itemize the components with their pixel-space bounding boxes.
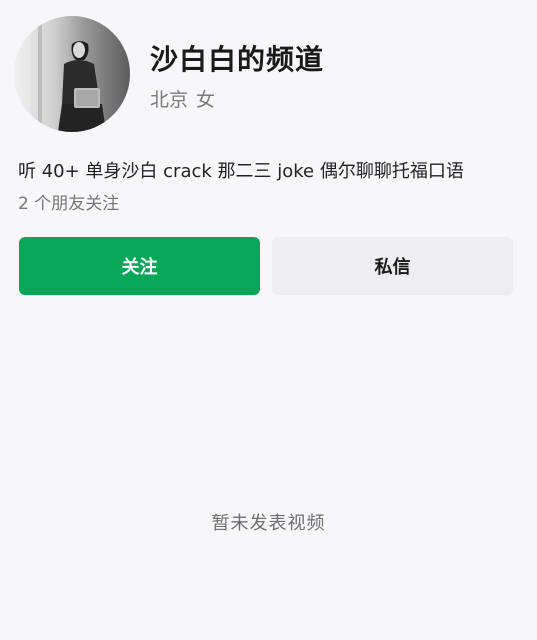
empty-state-text: 暂未发表视频	[211, 513, 326, 534]
avatar-photo	[14, 16, 130, 132]
avatar[interactable]	[14, 16, 130, 132]
follow-button[interactable]: 关注	[19, 237, 260, 295]
message-button[interactable]: 私信	[272, 237, 513, 295]
channel-profile-page: 沙白白的频道 北京女 听 40+ 单身沙白 crack 那二三 joke 偶尔聊…	[0, 0, 537, 640]
channel-name: 沙白白的频道	[150, 43, 325, 76]
profile-meta: 北京女	[150, 85, 215, 112]
location-text: 北京	[150, 89, 189, 111]
friends-following-link[interactable]: 2 个朋友关注	[18, 189, 119, 214]
gender-text: 女	[196, 89, 216, 111]
bio-text: 听 40+ 单身沙白 crack 那二三 joke 偶尔聊聊托福口语	[18, 161, 464, 182]
